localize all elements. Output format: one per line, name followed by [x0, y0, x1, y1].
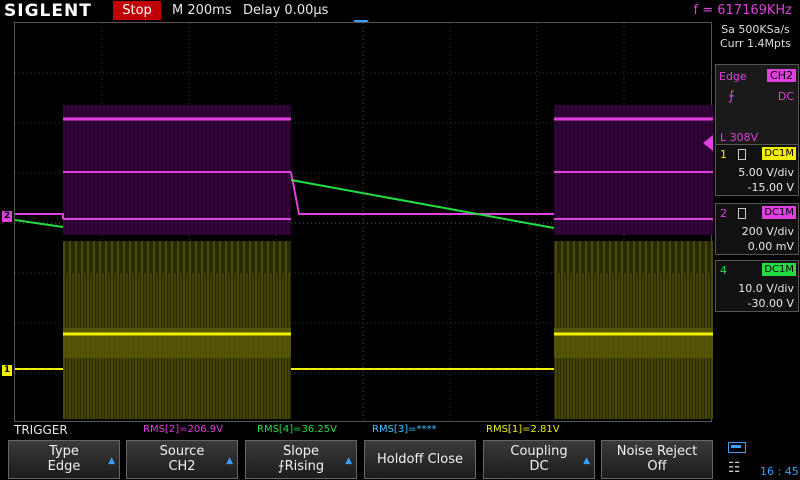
sample-rate: Sa 500KSa/s [721, 23, 790, 36]
up-arrow-icon: ▲ [226, 456, 233, 466]
waveform-svg [15, 23, 713, 423]
softkey-coupling[interactable]: Coupling DC ▲ [483, 440, 595, 479]
channel-number: 1 [720, 148, 727, 161]
measurement-rms-ch4: RMS[4]=36.25V [257, 424, 337, 435]
measurement-rms-ch3: RMS[3]=**** [372, 424, 437, 435]
system-clock: 16 : 45 [760, 465, 799, 478]
softkey-value: Edge [47, 459, 81, 474]
up-arrow-icon: ▲ [583, 456, 590, 466]
trigger-summary[interactable]: Edge CH2 ⨍ DC L 308V [715, 64, 799, 148]
trigger-type: Edge [719, 70, 747, 83]
volts-per-div: 10.0 V/div [738, 282, 794, 295]
softkey-label: Noise Reject [616, 444, 698, 459]
top-status-bar: SIGLENT Stop M 200ms Delay 0.00µs f = 61… [0, 0, 800, 22]
softkey-value: DC [529, 459, 549, 474]
rising-edge-icon: ⨍ [728, 89, 735, 104]
acquisition-info: Sa 500KSa/s Curr 1.4Mpts [713, 22, 798, 51]
ch2-offset-marker[interactable]: 2 [2, 211, 12, 222]
bandwidth-limit-icon [738, 208, 746, 219]
channel-2-info[interactable]: 2 DC1M 200 V/div 0.00 mV [715, 203, 799, 255]
channel-1-info[interactable]: 1 DC1M 5.00 V/div -15.00 V [715, 144, 799, 196]
trigger-level: L 308V [720, 131, 759, 144]
trigger-level-marker-icon[interactable] [703, 135, 713, 151]
ch1-offset-marker[interactable]: 1 [2, 365, 12, 376]
softkey-value: CH2 [168, 459, 196, 474]
softkey-value-row: ⨍Rising [246, 459, 356, 475]
bandwidth-limit-icon [738, 149, 746, 160]
volts-per-div: 200 V/div [741, 225, 794, 238]
softkey-label: Type [49, 444, 79, 459]
timebase-readout[interactable]: M 200ms [172, 3, 232, 18]
softkey-label: Holdoff Close [376, 452, 464, 467]
volts-per-div: 5.00 V/div [738, 166, 794, 179]
delay-readout[interactable]: Delay 0.00µs [243, 3, 328, 18]
softkey-slope[interactable]: Slope ⨍Rising ▲ [245, 440, 357, 479]
trigger-source: CH2 [767, 69, 796, 82]
softkey-label: Source [159, 444, 205, 459]
channel-offset: -15.00 V [747, 181, 794, 194]
measurement-rms-ch1: RMS[1]=2.81V [486, 424, 560, 435]
brand-logo: SIGLENT [4, 1, 92, 21]
softkey-menu: Type Edge ▲ Source CH2 ▲ Slope ⨍Rising ▲… [0, 438, 800, 480]
measurement-bar: TRIGGER RMS[2]=206.9V RMS[4]=36.25V RMS[… [0, 422, 800, 438]
system-status: ☷ 16 : 45 [722, 440, 800, 480]
softkey-value: Off [647, 459, 667, 474]
softkey-value: Rising [284, 459, 325, 474]
battery-icon [728, 442, 746, 453]
right-side-panel: Sa 500KSa/s Curr 1.4Mpts Edge CH2 ⨍ DC L… [713, 22, 800, 422]
softkey-type[interactable]: Type Edge ▲ [8, 440, 120, 479]
channel-4-info[interactable]: 4 DC1M 10.0 V/div -30.00 V [715, 260, 799, 312]
channel-offset: -30.00 V [747, 297, 794, 310]
softkey-holdoff[interactable]: Holdoff Close [364, 440, 476, 479]
ch1-trace [15, 241, 713, 419]
run-stop-indicator[interactable]: Stop [113, 1, 161, 20]
ch2-trace [15, 105, 713, 235]
waveform-display[interactable] [14, 22, 713, 423]
channel-coupling: DC1M [762, 147, 796, 160]
network-icon: ☷ [728, 460, 741, 476]
softkey-source[interactable]: Source CH2 ▲ [126, 440, 238, 479]
channel-offset: 0.00 mV [747, 240, 794, 253]
channel-number: 2 [720, 207, 727, 220]
memory-depth: Curr 1.4Mpts [719, 37, 791, 50]
measurement-rms-ch2: RMS[2]=206.9V [143, 424, 223, 435]
softkey-noise-reject[interactable]: Noise Reject Off [601, 440, 713, 479]
frequency-counter: f = 617169KHz [693, 3, 792, 18]
up-arrow-icon: ▲ [108, 456, 115, 466]
rising-edge-icon: ⨍ [277, 459, 285, 474]
channel-coupling: DC1M [762, 263, 796, 276]
channel-number: 4 [720, 264, 727, 277]
softkey-label: Slope [282, 444, 320, 459]
up-arrow-icon: ▲ [345, 456, 352, 466]
channel-coupling: DC1M [762, 206, 796, 219]
menu-title: TRIGGER [14, 423, 68, 437]
softkey-label: Coupling [510, 444, 568, 459]
trigger-coupling: DC [777, 90, 794, 103]
